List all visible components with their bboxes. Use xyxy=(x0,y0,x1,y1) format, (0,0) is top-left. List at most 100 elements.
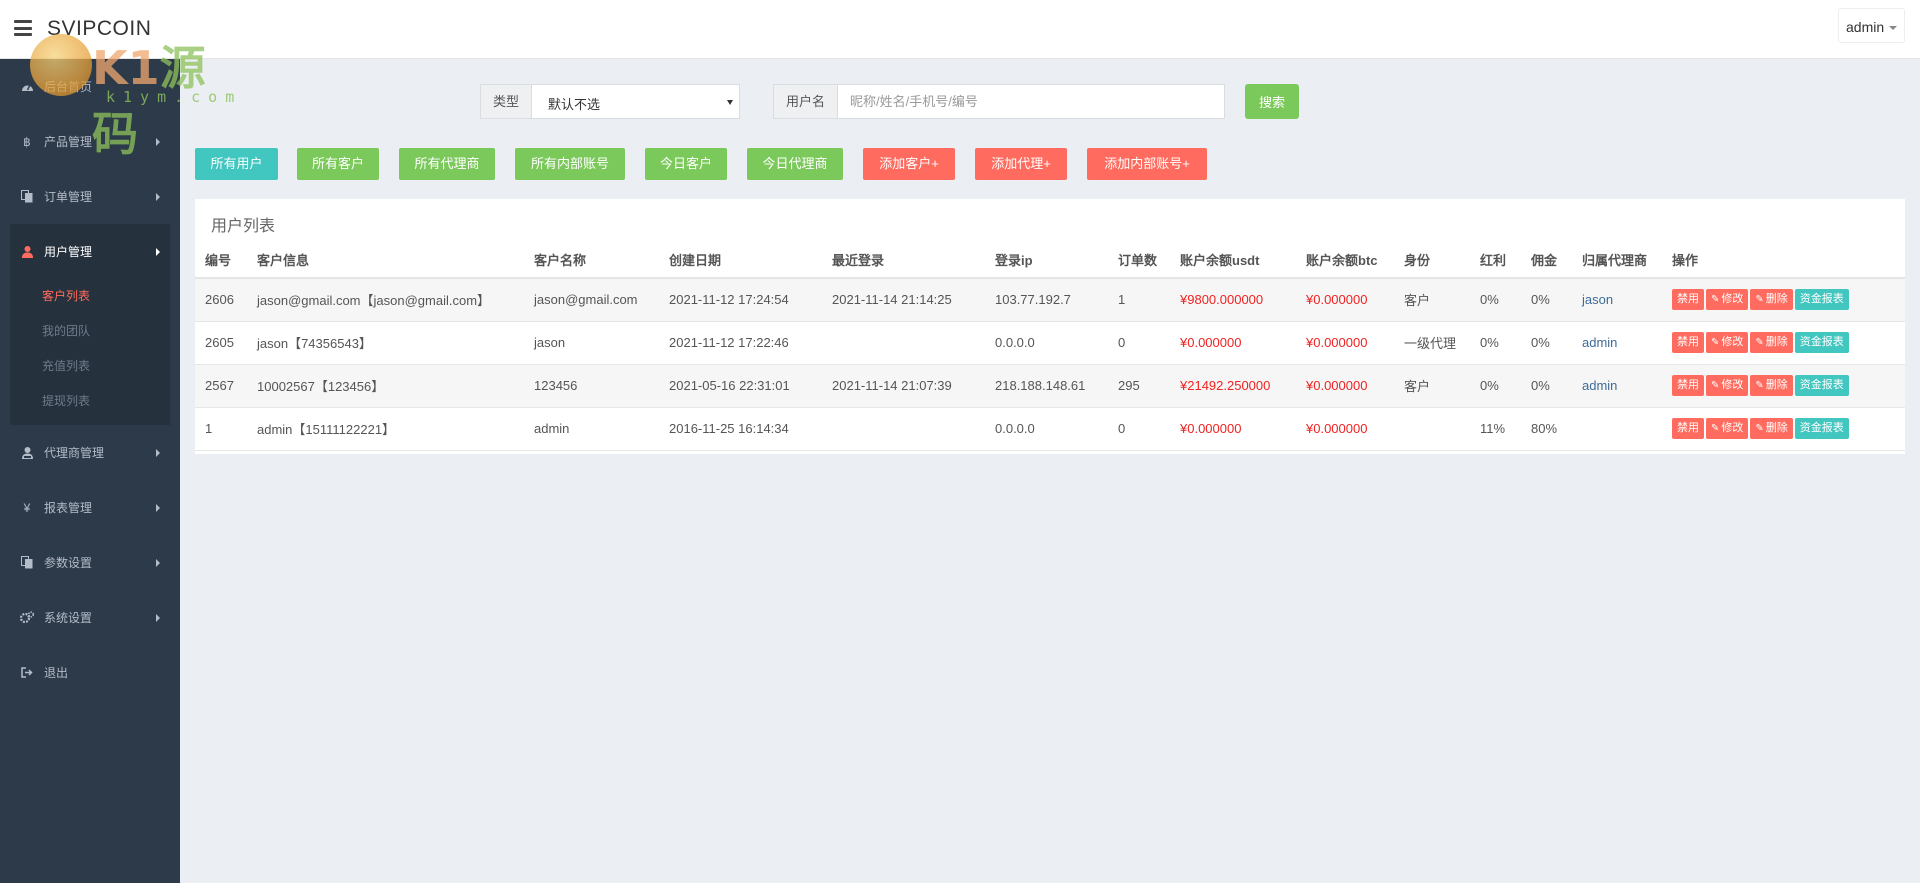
cell-id: 1 xyxy=(195,407,247,451)
column-header: 订单数 xyxy=(1108,242,1170,279)
cell-commission: 80% xyxy=(1521,407,1572,451)
cell-role xyxy=(1394,407,1470,451)
cell-last-login xyxy=(822,407,985,451)
delete-button[interactable]: ✎ 删除 xyxy=(1750,332,1793,353)
sidebar-group-users: 用户管理 客户列表 我的团队 充值列表 提现列表 xyxy=(10,224,170,425)
user-menu-dropdown[interactable]: admin xyxy=(1838,8,1905,43)
sidebar-item-dashboard[interactable]: 后台首页 xyxy=(0,59,180,114)
pencil-icon: ✎ xyxy=(1711,423,1720,434)
column-header: 最近登录 xyxy=(822,242,985,279)
add-customer-button[interactable]: 添加客户+ xyxy=(863,148,955,180)
disable-button[interactable]: 禁用 xyxy=(1672,375,1704,396)
menu-toggle-icon[interactable] xyxy=(14,20,32,36)
edit-button[interactable]: ✎ 修改 xyxy=(1706,418,1749,439)
cell-agent-link[interactable]: admin xyxy=(1572,364,1662,408)
delete-button[interactable]: ✎ 删除 xyxy=(1750,418,1793,439)
sidebar-item-reports[interactable]: ¥ 报表管理 xyxy=(0,480,180,535)
cell-order-count: 295 xyxy=(1108,364,1170,408)
filter-all-customers-button[interactable]: 所有客户 xyxy=(297,148,379,180)
cell-login-ip: 218.188.148.61 xyxy=(985,364,1108,408)
cell-agent-link[interactable]: admin xyxy=(1572,321,1662,365)
yen-icon: ¥ xyxy=(23,500,31,515)
sidebar-subitem-customer-list[interactable]: 客户列表 xyxy=(10,279,170,314)
pencil-icon: ✎ xyxy=(1755,337,1764,348)
username-search-input[interactable] xyxy=(838,84,1226,119)
sidebar-item-orders[interactable]: 订单管理 xyxy=(0,169,180,224)
edit-button[interactable]: ✎ 修改 xyxy=(1706,289,1749,311)
brand-title: SVIPCOIN xyxy=(47,17,152,40)
sidebar-item-agents[interactable]: 代理商管理 xyxy=(0,425,180,480)
sidebar-item-params[interactable]: 参数设置 xyxy=(0,535,180,590)
disable-button[interactable]: 禁用 xyxy=(1672,289,1704,311)
filter-all-users-button[interactable]: 所有用户 xyxy=(195,148,278,180)
edit-button[interactable]: ✎ 修改 xyxy=(1706,375,1749,396)
chevron-right-icon xyxy=(156,193,160,201)
column-header: 客户名称 xyxy=(524,242,659,279)
cell-balance-usdt: ¥21492.250000 xyxy=(1170,364,1296,408)
delete-button[interactable]: ✎ 删除 xyxy=(1750,375,1793,396)
type-filter: 类型 默认不选 xyxy=(480,84,741,119)
filter-today-customers-button[interactable]: 今日客户 xyxy=(645,148,727,180)
bitcoin-icon: ฿ xyxy=(23,134,31,149)
cell-agent-link[interactable]: jason xyxy=(1572,278,1662,322)
disable-button[interactable]: 禁用 xyxy=(1672,332,1704,353)
fund-report-button[interactable]: 资金报表 xyxy=(1794,418,1849,439)
table-header-row: 编号 客户信息 客户名称 创建日期 最近登录 登录ip 订单数 账户余额usdt… xyxy=(195,242,1905,279)
cell-customer-info: 10002567【123456】 xyxy=(247,364,524,408)
cell-role: 一级代理 xyxy=(1394,321,1470,365)
cell-bonus: 0% xyxy=(1470,278,1521,322)
pencil-icon: ✎ xyxy=(1755,423,1764,434)
sidebar-item-users[interactable]: 用户管理 xyxy=(10,224,170,279)
fund-report-button[interactable]: 资金报表 xyxy=(1794,332,1849,353)
cell-agent-link[interactable] xyxy=(1572,407,1662,451)
edit-button[interactable]: ✎ 修改 xyxy=(1706,332,1749,353)
chevron-right-icon xyxy=(156,504,160,512)
cell-customer-info: admin【15111122221】 xyxy=(247,407,524,451)
type-select-value: 默认不选 xyxy=(548,97,601,112)
user-tie-icon xyxy=(20,446,34,460)
cell-balance-usdt: ¥9800.000000 xyxy=(1170,278,1296,322)
filter-all-internal-button[interactable]: 所有内部账号 xyxy=(515,148,625,180)
column-header: 佣金 xyxy=(1521,242,1572,279)
username-label: 用户名 xyxy=(773,84,839,119)
sidebar-item-label: 参数设置 xyxy=(44,556,93,570)
cell-balance-btc: ¥0.000000 xyxy=(1296,407,1394,451)
search-button[interactable]: 搜索 xyxy=(1245,84,1299,119)
add-internal-account-button[interactable]: 添加内部账号+ xyxy=(1087,148,1207,180)
cell-customer-name: jason xyxy=(524,321,659,365)
column-header: 登录ip xyxy=(985,242,1108,279)
sidebar-item-label: 用户管理 xyxy=(44,245,93,259)
cell-customer-name: 123456 xyxy=(524,364,659,408)
fund-report-button[interactable]: 资金报表 xyxy=(1794,375,1849,396)
cell-balance-btc: ¥0.000000 xyxy=(1296,321,1394,365)
cell-actions: 禁用 ✎ 修改 ✎ 删除 资金报表 xyxy=(1662,278,1905,322)
sidebar-item-system[interactable]: 系统设置 xyxy=(0,590,180,645)
sidebar-item-products[interactable]: ฿ 产品管理 xyxy=(0,114,180,169)
sidebar-item-label: 后台首页 xyxy=(44,80,93,94)
sidebar-item-logout[interactable]: 退出 xyxy=(0,645,180,700)
sidebar-item-label: 代理商管理 xyxy=(44,446,105,460)
disable-button[interactable]: 禁用 xyxy=(1672,418,1704,439)
sidebar-subitem-my-team[interactable]: 我的团队 xyxy=(10,314,170,349)
add-agent-button[interactable]: 添加代理+ xyxy=(975,148,1067,180)
filter-today-agents-button[interactable]: 今日代理商 xyxy=(747,148,843,180)
type-select[interactable]: 默认不选 xyxy=(532,84,741,119)
column-header: 客户信息 xyxy=(247,242,524,279)
cell-bonus: 11% xyxy=(1470,407,1521,451)
user-table: 编号 客户信息 客户名称 创建日期 最近登录 登录ip 订单数 账户余额usdt… xyxy=(195,242,1905,451)
user-icon xyxy=(20,245,34,259)
cell-order-count: 0 xyxy=(1108,321,1170,365)
cell-commission: 0% xyxy=(1521,278,1572,322)
sidebar-item-label: 产品管理 xyxy=(44,135,93,149)
column-header: 账户余额usdt xyxy=(1170,242,1296,279)
sidebar-subitem-recharge-list[interactable]: 充值列表 xyxy=(10,349,170,384)
column-header: 编号 xyxy=(195,242,247,279)
fund-report-button[interactable]: 资金报表 xyxy=(1794,289,1849,311)
user-list-panel: 用户列表 编号 客户信息 客户名称 创建日期 最近登录 登录ip 订单数 账户余… xyxy=(195,199,1905,454)
column-header: 操作 xyxy=(1662,242,1905,279)
filter-all-agents-button[interactable]: 所有代理商 xyxy=(399,148,495,180)
cell-customer-info: jason@gmail.com【jason@gmail.com】 xyxy=(247,278,524,322)
delete-button[interactable]: ✎ 删除 xyxy=(1750,289,1793,311)
caret-down-icon xyxy=(1889,26,1897,30)
sidebar-subitem-withdraw-list[interactable]: 提现列表 xyxy=(10,384,170,419)
